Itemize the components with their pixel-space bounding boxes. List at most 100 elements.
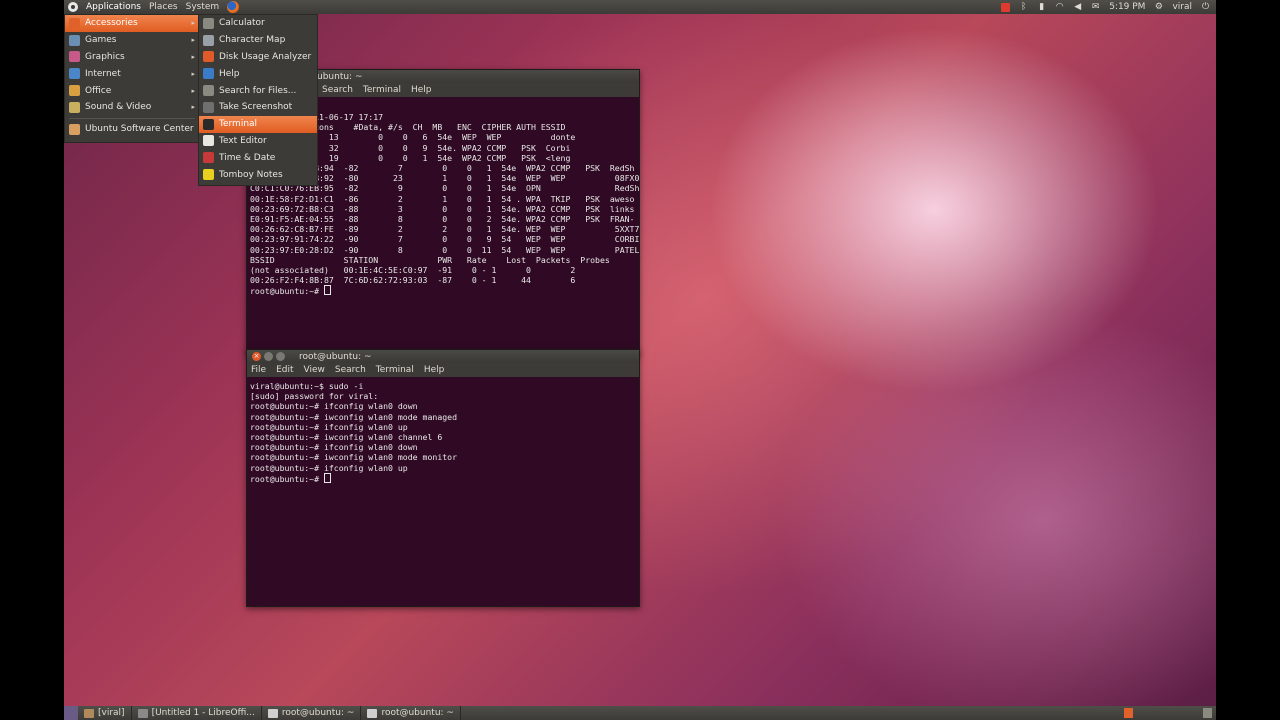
menu-edit[interactable]: Edit bbox=[276, 365, 293, 375]
menu-item-office[interactable]: Office ▸ bbox=[65, 82, 199, 99]
terminal-icon bbox=[367, 708, 378, 718]
terminal-line: root@ubuntu:~# bbox=[250, 285, 639, 296]
show-desktop-icon[interactable] bbox=[64, 706, 78, 720]
terminal-line: viral@ubuntu:~$ sudo -i bbox=[250, 381, 364, 391]
terminal-line: (not associated) 00:1E:4C:5E:C0:97 -91 0… bbox=[250, 265, 576, 276]
submenu-item-character-map[interactable]: Character Map bbox=[199, 32, 317, 49]
workspace-switcher-icon[interactable] bbox=[1124, 708, 1133, 718]
desktop: Applications Places System ᛒ ▮ ◠ ◀ ✉ 5:1… bbox=[64, 0, 1216, 720]
window-title: root@ubuntu: ~ bbox=[299, 351, 372, 362]
terminal-line: [sudo] password for viral: bbox=[250, 391, 379, 402]
tomboy-notes-icon bbox=[203, 169, 214, 181]
submenu-item-disk-usage-analyzer[interactable]: Disk Usage Analyzer bbox=[199, 49, 317, 66]
chevron-right-icon: ▸ bbox=[191, 103, 195, 112]
minimize-button[interactable] bbox=[264, 352, 273, 361]
screenshot-icon bbox=[203, 101, 214, 113]
applications-menu[interactable]: Applications bbox=[86, 2, 141, 12]
menu-item-accessories[interactable]: Accessories ▸ bbox=[65, 15, 199, 32]
terminal-line: 00:1E:58:F2:D1:C1 -86 2 1 0 1 54 . WPA T… bbox=[250, 193, 635, 204]
mail-icon[interactable]: ✉ bbox=[1091, 2, 1100, 12]
terminal-line: root@ubuntu:~# iwconfig wlan0 mode manag… bbox=[250, 411, 458, 422]
menu-item-graphics[interactable]: Graphics ▸ bbox=[65, 49, 199, 66]
terminal-line: 00:23:97:E0:28:D2 -90 8 0 0 11 54 WEP WE… bbox=[250, 244, 639, 255]
top-panel: Applications Places System ᛒ ▮ ◠ ◀ ✉ 5:1… bbox=[64, 0, 1216, 14]
places-menu[interactable]: Places bbox=[149, 2, 178, 12]
submenu-item-take-screenshot[interactable]: Take Screenshot bbox=[199, 99, 317, 116]
menu-separator bbox=[69, 117, 195, 119]
text-cursor bbox=[323, 472, 331, 483]
firefox-launcher-icon[interactable] bbox=[227, 1, 240, 13]
search-files-icon bbox=[203, 85, 214, 97]
menu-file[interactable]: File bbox=[251, 365, 266, 375]
time-date-icon bbox=[203, 152, 214, 164]
terminal-line: root@ubuntu:~# ifconfig wlan0 up bbox=[250, 462, 408, 473]
terminal-icon bbox=[267, 708, 278, 718]
applications-dropdown: Accessories ▸ Games ▸ Graphics ▸ Internet ▸ Offi… bbox=[64, 14, 200, 143]
disk-usage-icon bbox=[203, 51, 214, 63]
terminal-output[interactable]: viral@ubuntu:~$ sudo -i [sudo] password f… bbox=[247, 381, 639, 606]
accessories-submenu: Calculator Character Map Disk Usage Analyz… bbox=[198, 14, 318, 186]
terminal-line: root@ubuntu:~# iwconfig wlan0 channel 6 bbox=[250, 432, 443, 443]
submenu-item-tomboy-notes[interactable]: Tomboy Notes bbox=[199, 166, 317, 183]
submenu-item-calculator[interactable]: Calculator bbox=[199, 15, 317, 32]
menu-help[interactable]: Help bbox=[411, 85, 432, 95]
chevron-right-icon: ▸ bbox=[191, 36, 195, 45]
terminal-window-root[interactable]: × root@ubuntu: ~ File Edit View Search T… bbox=[246, 349, 640, 607]
menu-item-sound-video[interactable]: Sound & Video ▸ bbox=[65, 99, 199, 116]
taskbar-item[interactable]: [viral] bbox=[78, 706, 132, 720]
submenu-item-text-editor[interactable]: Text Editor bbox=[199, 133, 317, 150]
terminal-titlebar[interactable]: × root@ubuntu: ~ bbox=[247, 350, 639, 363]
user-icon: ⚙ bbox=[1154, 1, 1163, 12]
terminal-line: root@ubuntu:~# ifconfig wlan0 down bbox=[250, 442, 418, 453]
libreoffice-icon bbox=[137, 708, 148, 718]
menu-help[interactable]: Help bbox=[424, 365, 445, 375]
menu-search[interactable]: Search bbox=[322, 85, 353, 95]
menu-terminal[interactable]: Terminal bbox=[363, 85, 401, 95]
maximize-button[interactable] bbox=[276, 352, 285, 361]
chevron-right-icon: ▸ bbox=[191, 86, 195, 95]
power-icon[interactable]: ⏻ bbox=[1201, 2, 1210, 12]
chevron-right-icon: ▸ bbox=[191, 69, 195, 78]
taskbar-item[interactable]: root@ubuntu: ~ bbox=[262, 706, 362, 720]
menu-item-games[interactable]: Games ▸ bbox=[65, 32, 199, 49]
software-center-icon bbox=[69, 123, 80, 135]
terminal-line: BSSID STATION PWR Rate Lost Packets Prob… bbox=[250, 254, 610, 265]
folder-icon bbox=[84, 708, 94, 718]
user-name[interactable]: viral bbox=[1172, 2, 1192, 12]
taskbar-item[interactable]: root@ubuntu: ~ bbox=[361, 706, 461, 720]
menu-item-software-center[interactable]: Ubuntu Software Center bbox=[65, 121, 199, 138]
terminal-icon bbox=[203, 118, 214, 130]
menu-search[interactable]: Search bbox=[335, 365, 366, 375]
accessories-icon bbox=[69, 17, 80, 29]
system-menu[interactable]: System bbox=[186, 2, 220, 12]
submenu-item-search-for-files-[interactable]: Search for Files... bbox=[199, 82, 317, 99]
terminal-line: 00:23:69:72:B8:C3 -88 3 0 0 1 54e. WPA2 … bbox=[250, 203, 635, 214]
wifi-icon[interactable]: ◠ bbox=[1055, 2, 1064, 12]
menu-item-internet[interactable]: Internet ▸ bbox=[65, 65, 199, 82]
text-cursor bbox=[323, 285, 331, 296]
terminal-line: root@ubuntu:~# bbox=[250, 472, 639, 484]
ubuntu-logo-icon[interactable] bbox=[68, 2, 78, 12]
trash-icon[interactable] bbox=[1203, 708, 1212, 718]
menu-view[interactable]: View bbox=[304, 365, 325, 375]
close-button[interactable]: × bbox=[252, 352, 261, 361]
terminal-line: 00:23:97:91:74:22 -90 7 0 0 9 54 WEP WEP… bbox=[250, 234, 639, 245]
submenu-item-help[interactable]: Help bbox=[199, 65, 317, 82]
battery-icon[interactable]: ▮ bbox=[1037, 2, 1046, 12]
submenu-item-time-date[interactable]: Time & Date bbox=[199, 149, 317, 166]
text-editor-icon bbox=[203, 135, 214, 147]
taskbar-item[interactable]: [Untitled 1 - LibreOffi... bbox=[132, 706, 262, 720]
sound-video-icon bbox=[69, 101, 80, 113]
system-tray: ᛒ ▮ ◠ ◀ ✉ 5:19 PM ⚙ viral ⏻ bbox=[1001, 0, 1210, 14]
clock[interactable]: 5:19 PM bbox=[1109, 2, 1145, 12]
help-icon bbox=[203, 68, 214, 80]
office-icon bbox=[69, 85, 80, 97]
red-indicator-icon[interactable] bbox=[1001, 2, 1011, 12]
bluetooth-icon[interactable]: ᛒ bbox=[1019, 2, 1028, 12]
volume-icon[interactable]: ◀ bbox=[1073, 2, 1082, 12]
terminal-line: E0:91:F5:AE:04:55 -88 8 0 0 2 54e. WPA2 … bbox=[250, 214, 635, 225]
menu-terminal[interactable]: Terminal bbox=[376, 365, 414, 375]
terminal-line: root@ubuntu:~# ifconfig wlan0 down bbox=[250, 401, 418, 412]
character-map-icon bbox=[203, 34, 214, 46]
submenu-item-terminal[interactable]: Terminal bbox=[199, 115, 317, 133]
